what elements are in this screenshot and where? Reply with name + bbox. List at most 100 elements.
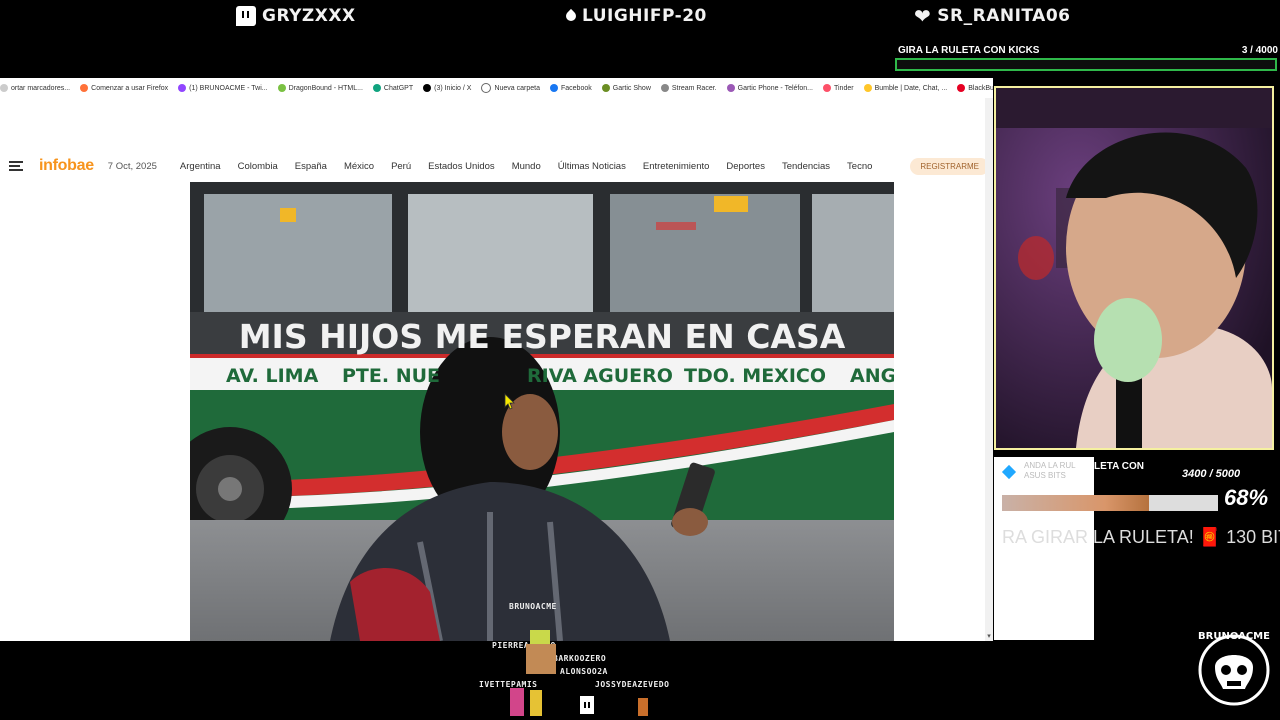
nav-item-mexico[interactable]: México bbox=[344, 161, 374, 172]
bookmark-item[interactable]: Tinder bbox=[822, 84, 854, 92]
bookmark-label: (3) Inicio / X bbox=[434, 84, 472, 92]
bus-slogan-text: MIS HIJOS ME ESPERAN EN CASA bbox=[239, 317, 846, 356]
top-supporter-3: ❤ SR_RANITA06 bbox=[914, 4, 1071, 28]
nav-item-ultimas-noticias[interactable]: Últimas Noticias bbox=[558, 161, 626, 172]
bookmark-label: Nueva carpeta bbox=[494, 84, 540, 92]
bookmark-label: DragonBound - HTML... bbox=[288, 84, 363, 92]
bits-goal-faded-text: ANDA LA RUL ASUS BITS bbox=[1024, 461, 1076, 481]
bookmark-favicon-icon bbox=[863, 84, 872, 92]
streamer-webcam bbox=[994, 86, 1274, 450]
bookmark-favicon-icon bbox=[726, 84, 735, 92]
nav-item-argentina[interactable]: Argentina bbox=[180, 161, 221, 172]
bookmark-favicon-icon bbox=[601, 84, 610, 92]
pixel-sprites bbox=[510, 630, 648, 716]
ruleta-goal-progress-bar bbox=[895, 58, 1277, 71]
twitch-icon bbox=[236, 6, 256, 26]
bookmark-item[interactable]: (3) Inicio / X bbox=[423, 84, 471, 92]
bus-route-4: TDO. MEXICO bbox=[684, 365, 826, 387]
channel-logo-icon: BRUNOACME bbox=[1198, 631, 1270, 706]
bookmark-label: Comenzar a usar Firefox bbox=[91, 84, 169, 92]
bookmark-item[interactable]: DragonBound - HTML... bbox=[277, 84, 363, 92]
bookmark-item[interactable]: Facebook bbox=[550, 84, 592, 92]
bookmark-item[interactable]: Nueva carpeta bbox=[481, 83, 540, 93]
heart-icon: ❤ bbox=[914, 4, 932, 28]
top-supporter-3-name: SR_RANITA06 bbox=[937, 6, 1071, 26]
bus-route-3: RIVA AGUERO bbox=[527, 365, 673, 387]
nav-item-colombia[interactable]: Colombia bbox=[238, 161, 278, 172]
bookmark-favicon-icon bbox=[423, 84, 432, 92]
bookmark-item[interactable]: ortar marcadores... bbox=[0, 84, 70, 92]
bookmark-favicon-icon bbox=[178, 84, 187, 92]
register-button[interactable]: REGISTRARME bbox=[910, 157, 989, 175]
bookmark-item[interactable]: Gartic Phone - Teléfon... bbox=[726, 84, 813, 92]
bookmark-label: Bumble | Date, Chat, ... bbox=[874, 84, 948, 92]
viewer-name: BRUNOACME bbox=[509, 602, 557, 611]
bits-goal-progress-fill bbox=[1002, 495, 1149, 511]
nav-item-estados-unidos[interactable]: Estados Unidos bbox=[428, 161, 495, 172]
bookmark-label: (1) BRUNOACME - Twi... bbox=[189, 84, 268, 92]
nav-item-espana[interactable]: España bbox=[295, 161, 327, 172]
scroll-down-arrow-icon[interactable]: ▾ bbox=[985, 633, 993, 641]
bookmark-label: Gartic Phone - Teléfon... bbox=[737, 84, 813, 92]
nav-item-tendencias[interactable]: Tendencias bbox=[782, 161, 830, 172]
bookmark-label: Tinder bbox=[833, 84, 854, 92]
bits-goal-panel: ANDA LA RUL ASUS BITS LETA CON 3400 / 50… bbox=[994, 457, 1280, 640]
webcam-illustration bbox=[996, 88, 1272, 448]
nav-item-mundo[interactable]: Mundo bbox=[512, 161, 541, 172]
bookmark-favicon-icon bbox=[957, 84, 966, 92]
bookmark-label: Gartic Show bbox=[612, 84, 651, 92]
top-supporter-2: LUIGHIFP-20 bbox=[563, 4, 707, 28]
bus-route-5: ANGA bbox=[850, 365, 894, 387]
site-logo[interactable]: infobae bbox=[39, 157, 94, 175]
bookmark-item[interactable]: Comenzar a usar Firefox bbox=[80, 84, 168, 92]
page-scrollbar[interactable] bbox=[985, 98, 993, 641]
bits-goal-title: LETA CON bbox=[1094, 461, 1144, 472]
bookmarks-bar: ortar marcadores... Comenzar a usar Firef… bbox=[0, 78, 993, 98]
faded-line-1: ANDA LA RUL bbox=[1024, 461, 1076, 470]
bookmark-item[interactable]: Stream Racer. bbox=[660, 84, 717, 92]
bookmark-label: BlackButterfly Niñas ... bbox=[968, 84, 993, 92]
bits-ticker-text: RA GIRAR LA RULETA! 🧧 130 BIT bbox=[1002, 527, 1280, 547]
bus-route-1: AV. LIMA bbox=[226, 365, 319, 387]
bus-photo-illustration: MIS HIJOS ME ESPERAN EN CASA AV. LIMA PT… bbox=[190, 182, 894, 641]
bus-route-2: PTE. NUE bbox=[342, 365, 440, 387]
bookmark-favicon-icon bbox=[372, 84, 381, 92]
bookmark-favicon-icon bbox=[660, 84, 669, 92]
bookmark-label: ortar marcadores... bbox=[11, 84, 71, 92]
bookmark-item[interactable]: BlackButterfly Niñas ... bbox=[957, 84, 993, 92]
bookmark-item[interactable]: Gartic Show bbox=[601, 84, 651, 92]
article-photo: MIS HIJOS ME ESPERAN EN CASA AV. LIMA PT… bbox=[190, 182, 894, 641]
top-supporter-1-name: GRYZXXX bbox=[262, 6, 356, 26]
bookmark-favicon-icon bbox=[80, 84, 89, 92]
ruleta-goal-label: GIRA LA RULETA CON KICKS bbox=[898, 45, 1040, 56]
bookmark-favicon-icon bbox=[550, 84, 558, 92]
site-navbar: infobae 7 Oct, 2025 Argentina Colombia E… bbox=[0, 154, 993, 178]
bookmark-item[interactable]: Bumble | Date, Chat, ... bbox=[863, 84, 948, 92]
bits-goal-percent: 68% bbox=[1224, 485, 1269, 510]
bookmark-item[interactable]: (1) BRUNOACME - Twi... bbox=[178, 84, 268, 92]
bookmark-label: Facebook bbox=[561, 84, 592, 92]
bits-goal-count: 3400 / 5000 bbox=[1182, 468, 1241, 480]
browser-window: ortar marcadores... Comenzar a usar Firef… bbox=[0, 78, 993, 641]
ruleta-goal-count: 3 / 4000 bbox=[1241, 45, 1278, 56]
mouse-cursor-icon bbox=[504, 393, 515, 410]
nav-item-entretenimiento[interactable]: Entretenimiento bbox=[643, 161, 710, 172]
faded-line-2: ASUS BITS bbox=[1024, 471, 1066, 480]
bookmark-favicon-icon bbox=[0, 84, 8, 92]
channel-logo-text: BRUNOACME bbox=[1198, 631, 1270, 642]
drop-icon bbox=[563, 8, 579, 24]
bits-goal-progress-bar bbox=[1002, 495, 1218, 511]
bookmark-favicon-icon bbox=[277, 84, 286, 92]
bookmark-favicon-icon bbox=[822, 84, 831, 92]
bookmark-label: ChatGPT bbox=[383, 84, 414, 92]
bookmark-item[interactable]: ChatGPT bbox=[372, 84, 414, 92]
top-supporter-1: GRYZXXX bbox=[236, 4, 356, 28]
site-date: 7 Oct, 2025 bbox=[107, 160, 157, 172]
nav-item-deportes[interactable]: Deportes bbox=[726, 161, 765, 172]
top-supporter-2-name: LUIGHIFP-20 bbox=[582, 6, 707, 26]
menu-icon[interactable] bbox=[9, 160, 25, 172]
nav-item-peru[interactable]: Perú bbox=[391, 161, 411, 172]
nav-item-tecno[interactable]: Tecno bbox=[847, 161, 872, 172]
bookmark-label: Stream Racer. bbox=[671, 84, 717, 92]
bookmark-favicon-icon bbox=[481, 83, 492, 93]
